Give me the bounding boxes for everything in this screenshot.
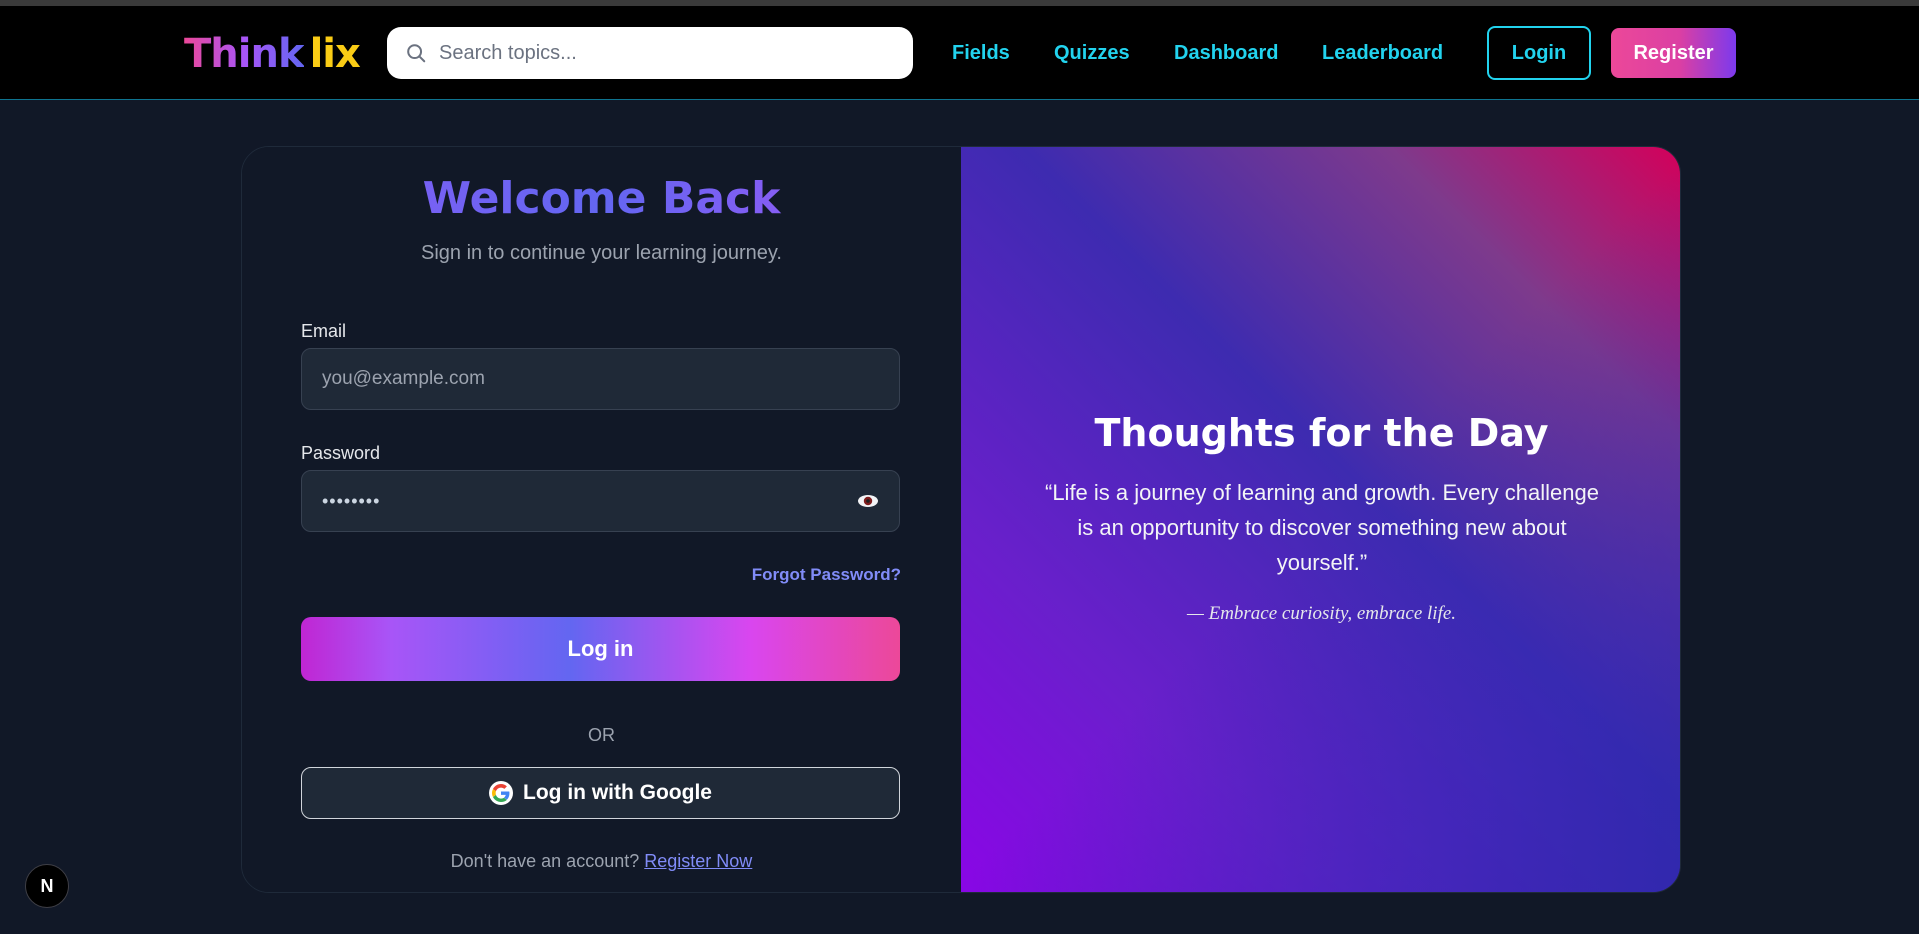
nav-link-dashboard[interactable]: Dashboard xyxy=(1174,43,1278,63)
search-input[interactable] xyxy=(439,41,879,65)
login-panel: Welcome Back Sign in to continue your le… xyxy=(242,147,961,892)
nav-link-fields[interactable]: Fields xyxy=(952,43,1010,63)
login-title: Welcome Back xyxy=(242,173,961,224)
google-icon xyxy=(489,781,513,805)
register-prompt: Don't have an account? Register Now xyxy=(242,851,961,872)
thoughts-quote: “Life is a journey of learning and growt… xyxy=(1045,480,1599,575)
navbar: Thinklix Fields Quizzes Dashboard Leader… xyxy=(0,6,1919,100)
password-field-wrapper[interactable]: •••••••• xyxy=(301,470,900,532)
show-password-eye-icon[interactable] xyxy=(857,494,879,508)
search-bar xyxy=(387,27,913,79)
password-field[interactable]: •••••••• xyxy=(322,491,857,512)
forgot-password-link[interactable]: Forgot Password? xyxy=(752,565,901,585)
email-label: Email xyxy=(301,321,347,341)
auth-card: Welcome Back Sign in to continue your le… xyxy=(241,146,1681,893)
nav-link-leaderboard[interactable]: Leaderboard xyxy=(1322,43,1443,63)
no-account-text: Don't have an account? xyxy=(450,851,640,871)
email-field-wrapper xyxy=(301,348,900,410)
email-field[interactable] xyxy=(322,368,879,390)
password-label: Password xyxy=(301,443,381,463)
login-subtitle: Sign in to continue your learning journe… xyxy=(421,242,782,264)
thoughts-attribution: — Embrace curiosity, embrace life. xyxy=(1186,603,1457,624)
logo-lix: lix xyxy=(309,31,361,77)
google-button-label: Log in with Google xyxy=(523,781,712,804)
search-icon xyxy=(407,44,426,63)
logo[interactable]: Think lix xyxy=(184,31,361,77)
google-login-button[interactable]: Log in with Google xyxy=(301,767,900,819)
nav-register-button[interactable]: Register xyxy=(1611,28,1736,78)
or-divider: OR xyxy=(588,725,615,745)
nextjs-badge[interactable]: N xyxy=(25,864,69,908)
nav-login-button[interactable]: Login xyxy=(1487,26,1591,80)
nav-link-quizzes[interactable]: Quizzes xyxy=(1054,43,1130,63)
logo-think: Think xyxy=(184,31,305,77)
register-now-link[interactable]: Register Now xyxy=(644,851,752,871)
thoughts-title: Thoughts for the Day xyxy=(1094,411,1549,455)
login-submit-button[interactable]: Log in xyxy=(301,617,900,681)
